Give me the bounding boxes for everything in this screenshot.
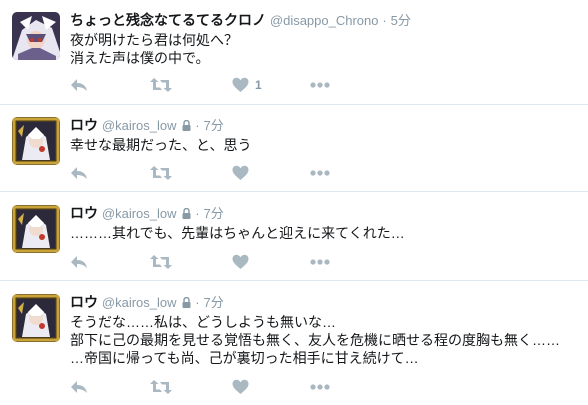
timestamp[interactable]: 7分 xyxy=(204,206,224,221)
retweet-icon xyxy=(150,254,172,270)
tweet[interactable]: ロウ @kairos_low · 7分 そうだな……私は、どうしようも無いな… … xyxy=(0,281,588,405)
lock-icon xyxy=(182,205,191,224)
tweet-header: ロウ @kairos_low · 7分 xyxy=(70,204,580,223)
tweet-text-line: 夜が明けたら君は何処へ？ xyxy=(70,32,238,48)
more-icon xyxy=(310,170,330,176)
tweet-header: ロウ @kairos_low · 7分 xyxy=(70,116,580,135)
like-icon xyxy=(232,165,249,181)
like-icon xyxy=(232,379,249,395)
retweet-icon xyxy=(150,379,172,395)
tweet-text-line: 幸せな最期だった、と、思う xyxy=(70,137,252,153)
tweet-text: そうだな……私は、どうしようも無いな… 部下に己の最期を見せる覚悟も無く、友人を… xyxy=(70,313,580,367)
separator: · xyxy=(382,13,387,28)
tweet-header: ロウ @kairos_low · 7分 xyxy=(70,293,580,312)
lock-icon xyxy=(182,117,191,136)
more-icon xyxy=(310,259,330,265)
tweet-text-line: そうだな……私は、どうしようも無いな… xyxy=(70,314,336,330)
lock-icon xyxy=(182,294,191,313)
like-button[interactable] xyxy=(232,377,255,397)
username[interactable]: @kairos_low xyxy=(102,295,177,310)
separator: · xyxy=(195,118,200,133)
reply-icon xyxy=(70,379,88,395)
tweet[interactable]: ちょっと残念なてるてるクロノ @disappo_Chrono · 5分 夜が明け… xyxy=(0,0,588,105)
retweet-button[interactable] xyxy=(150,252,172,272)
tweet-text-line: 消えた声は僕の中で。 xyxy=(70,50,210,66)
username[interactable]: @disappo_Chrono xyxy=(270,13,379,28)
separator: · xyxy=(195,206,200,221)
tweet-actions: 1 xyxy=(70,75,370,95)
more-button[interactable] xyxy=(310,252,330,272)
like-icon xyxy=(232,77,249,93)
avatar[interactable] xyxy=(12,294,60,342)
reply-button[interactable] xyxy=(70,163,88,183)
tweet-text: ………其れでも、先輩はちゃんと迎えに来てくれた… xyxy=(70,224,580,242)
reply-button[interactable] xyxy=(70,377,88,397)
like-count: 1 xyxy=(255,78,262,92)
like-button[interactable]: 1 xyxy=(232,75,262,95)
reply-button[interactable] xyxy=(70,75,88,95)
timestamp[interactable]: 7分 xyxy=(204,295,224,310)
tweet-text: 幸せな最期だった、と、思う xyxy=(70,136,580,154)
tweet-text-line: ………其れでも、先輩はちゃんと迎えに来てくれた… xyxy=(70,225,405,241)
tweet-text: 夜が明けたら君は何処へ？ 消えた声は僕の中で。 xyxy=(70,31,580,67)
like-icon xyxy=(232,254,249,270)
more-button[interactable] xyxy=(310,75,330,95)
timestamp[interactable]: 5分 xyxy=(391,13,411,28)
like-button[interactable] xyxy=(232,252,255,272)
tweet-actions xyxy=(70,163,370,183)
more-button[interactable] xyxy=(310,377,330,397)
more-icon xyxy=(310,82,330,88)
retweet-button[interactable] xyxy=(150,75,172,95)
avatar[interactable] xyxy=(12,117,60,165)
separator: · xyxy=(195,295,200,310)
display-name[interactable]: ロウ xyxy=(70,294,98,310)
retweet-button[interactable] xyxy=(150,163,172,183)
more-icon xyxy=(310,384,330,390)
timestamp[interactable]: 7分 xyxy=(204,118,224,133)
avatar[interactable] xyxy=(12,12,60,60)
display-name[interactable]: ロウ xyxy=(70,117,98,133)
tweet-text-line: 部下に己の最期を見せる覚悟も無く、友人を危機に晒せる程の度胸も無く…… xyxy=(70,332,560,348)
username[interactable]: @kairos_low xyxy=(102,118,177,133)
reply-icon xyxy=(70,254,88,270)
tweet-actions xyxy=(70,377,370,397)
more-button[interactable] xyxy=(310,163,330,183)
display-name[interactable]: ロウ xyxy=(70,205,98,221)
tweet-actions xyxy=(70,252,370,272)
tweet-text-line: …帝国に帰っても尚、己が裏切った相手に甘え続けて… xyxy=(70,350,419,366)
retweet-icon xyxy=(150,165,172,181)
retweet-button[interactable] xyxy=(150,377,172,397)
tweet[interactable]: ロウ @kairos_low · 7分 ………其れでも、先輩はちゃんと迎えに来て… xyxy=(0,192,588,281)
reply-icon xyxy=(70,77,88,93)
tweet[interactable]: ロウ @kairos_low · 7分 幸せな最期だった、と、思う xyxy=(0,105,588,192)
display-name[interactable]: ちょっと残念なてるてるクロノ xyxy=(70,12,266,28)
username[interactable]: @kairos_low xyxy=(102,206,177,221)
reply-icon xyxy=(70,165,88,181)
tweet-header: ちょっと残念なてるてるクロノ @disappo_Chrono · 5分 xyxy=(70,11,580,30)
like-button[interactable] xyxy=(232,163,255,183)
reply-button[interactable] xyxy=(70,252,88,272)
avatar[interactable] xyxy=(12,205,60,253)
retweet-icon xyxy=(150,77,172,93)
